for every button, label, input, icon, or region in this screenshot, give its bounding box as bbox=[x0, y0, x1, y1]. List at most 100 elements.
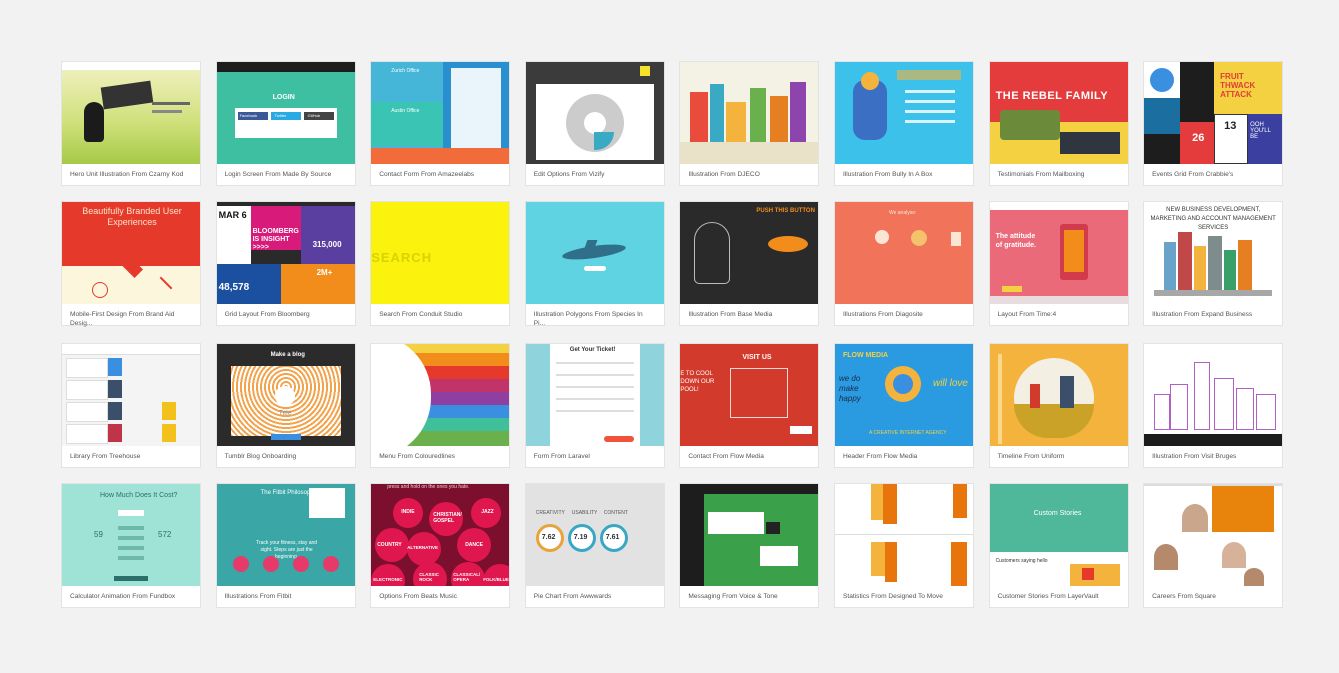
thumbnail-shape bbox=[1150, 68, 1175, 92]
card-thumbnail[interactable]: CREATIVITY USABILITY CONTENT 7.62 7.19 7… bbox=[525, 484, 664, 586]
card-thumbnail[interactable]: SEARCH bbox=[371, 202, 510, 304]
gallery-card-layervault[interactable]: Custom Stories Customers saying hello Cu… bbox=[989, 484, 1128, 607]
card-thumbnail[interactable]: VISIT US E TO COOL DOWN OUR POOL! bbox=[680, 344, 819, 446]
thumbnail-text: 7.62 bbox=[541, 534, 556, 541]
thumbnail-shape bbox=[1236, 388, 1255, 430]
thumbnail-shape bbox=[1238, 240, 1253, 290]
thumbnail-shape bbox=[910, 230, 927, 246]
thumbnail-shape bbox=[1214, 378, 1235, 430]
card-thumbnail[interactable] bbox=[1144, 344, 1283, 446]
thumbnail-text: COUNTRY bbox=[377, 542, 402, 548]
gallery-card-bully[interactable]: Illustration From Bully In A Box bbox=[834, 62, 973, 185]
thumbnail-shape bbox=[870, 542, 885, 576]
card-thumbnail[interactable]: We analyse: bbox=[834, 202, 973, 304]
gallery-card-stats[interactable]: Statistics From Designed To Move bbox=[834, 484, 973, 607]
thumbnail-shape bbox=[1144, 484, 1283, 486]
thumbnail-shape bbox=[118, 520, 144, 564]
card-thumbnail[interactable]: PUSH THIS BUTTON bbox=[680, 202, 819, 304]
card-thumbnail[interactable] bbox=[62, 62, 200, 164]
card-caption: Mobile-First Design From Brand Aid Desig… bbox=[70, 311, 175, 327]
gallery-card-laravel[interactable]: Get Your Ticket! Form From Laravel bbox=[525, 344, 664, 467]
gallery-card-czarny[interactable]: Hero Unit Illustration From Czarny Kod bbox=[62, 62, 200, 185]
thumbnail-text: CHRISTIAN/ GOSPEL bbox=[433, 512, 462, 524]
card-caption: Edit Options From Vizify bbox=[533, 171, 605, 178]
thumbnail-text: A CREATIVE INTERNET AGENCY bbox=[868, 430, 947, 436]
card-thumbnail[interactable] bbox=[834, 484, 973, 586]
gallery-card-beats[interactable]: press and hold on the ones you hate. IND… bbox=[371, 484, 510, 607]
card-caption: Illustrations From Diagosite bbox=[842, 311, 923, 318]
gallery-card-basemedia[interactable]: PUSH THIS BUTTON Illustration From Base … bbox=[680, 202, 819, 325]
gallery-card-flowheader[interactable]: FLOW MEDIA we do make happy will love A … bbox=[834, 344, 973, 467]
gallery-card-search[interactable]: SEARCH Search From Conduit Studio bbox=[371, 202, 510, 325]
card-thumbnail[interactable] bbox=[525, 62, 664, 164]
gallery-card-timeline[interactable]: Timeline From Uniform bbox=[989, 344, 1128, 467]
gallery-card-careers[interactable]: Careers From Square bbox=[1144, 484, 1283, 607]
gallery-card-time4[interactable]: The attitude of gratitude. Layout From T… bbox=[989, 202, 1128, 325]
thumbnail-shape bbox=[549, 344, 640, 446]
thumbnail-text: Title bbox=[278, 410, 292, 417]
card-caption: Timeline From Uniform bbox=[997, 453, 1065, 460]
card-caption: Illustration From Base Media bbox=[688, 311, 773, 318]
gallery-card-calc[interactable]: How Much Does It Cost? 59 572 Calculator… bbox=[62, 484, 200, 607]
gallery-card-messaging[interactable]: Messaging From Voice & Tone bbox=[680, 484, 819, 607]
card-thumbnail[interactable]: Custom Stories Customers saying hello bbox=[989, 484, 1128, 586]
gallery-card-edit[interactable]: Edit Options From Vizify bbox=[525, 62, 664, 185]
card-thumbnail[interactable]: LOGIN Facebook Twitter GitHub bbox=[216, 62, 355, 164]
gallery-card-brandaid[interactable]: Beautifully Branded User Experiences Mob… bbox=[62, 202, 200, 327]
thumbnail-shape bbox=[66, 358, 108, 378]
gallery-card-tumblr[interactable]: Make a blog Title Tumblr Blog Onboarding bbox=[216, 344, 355, 467]
gallery-card-djeco[interactable]: Illustration From DJECO bbox=[680, 62, 819, 185]
thumbnail-text: 315,000 bbox=[312, 240, 342, 249]
thumbnail-text: Beautifully Branded User Experiences bbox=[82, 206, 182, 227]
thumbnail-shape bbox=[118, 510, 144, 516]
card-thumbnail[interactable]: THE REBEL FAMILY bbox=[989, 62, 1128, 164]
card-thumbnail[interactable]: Make a blog Title bbox=[216, 344, 355, 446]
gallery-card-fitbit[interactable]: The Fitbit Philosophy Track your fitness… bbox=[216, 484, 355, 607]
thumbnail-shape bbox=[750, 88, 767, 142]
thumbnail-text: ELECTRONIC bbox=[373, 577, 403, 582]
thumbnail-shape bbox=[1182, 504, 1209, 532]
card-thumbnail[interactable]: FRUIT THWACK ATTACK 13 OOH YOU'LL BE 26 bbox=[1144, 62, 1283, 164]
card-caption: Illustration From Expand Business bbox=[1152, 311, 1253, 318]
gallery-card-diagosite[interactable]: We analyse: Illustrations From Diagosite bbox=[834, 202, 973, 325]
gallery-card-flowcontact[interactable]: VISIT US E TO COOL DOWN OUR POOL! Contac… bbox=[680, 344, 819, 467]
gallery-card-menu[interactable]: Menu From Colouredlines bbox=[371, 344, 510, 467]
card-thumbnail[interactable] bbox=[834, 62, 973, 164]
card-thumbnail[interactable]: Get Your Ticket! bbox=[525, 344, 664, 446]
card-thumbnail[interactable] bbox=[680, 484, 819, 586]
card-thumbnail[interactable]: Zurich Office Austin Office bbox=[371, 62, 510, 164]
gallery-card-bloomberg[interactable]: MAR 6 BLOOMBERG IS INSIGHT >>>> 315,000 … bbox=[216, 202, 355, 325]
card-thumbnail[interactable] bbox=[371, 344, 510, 446]
card-thumbnail[interactable] bbox=[1144, 484, 1283, 586]
gallery-card-rebel[interactable]: THE REBEL FAMILY Testimonials From Mailb… bbox=[989, 62, 1128, 185]
gallery-card-expand[interactable]: NEW BUSINESS DEVELOPMENT, MARKETING AND … bbox=[1144, 202, 1283, 325]
gallery-card-bruges[interactable]: Illustration From Visit Bruges bbox=[1144, 344, 1283, 467]
card-thumbnail[interactable] bbox=[989, 344, 1128, 446]
thumbnail-shape bbox=[904, 100, 955, 103]
card-thumbnail[interactable]: MAR 6 BLOOMBERG IS INSIGHT >>>> 315,000 … bbox=[216, 202, 355, 304]
card-thumbnail[interactable]: Beautifully Branded User Experiences bbox=[62, 202, 200, 304]
card-thumbnail[interactable]: The Fitbit Philosophy Track your fitness… bbox=[216, 484, 355, 586]
card-caption: Calculator Animation From Fundbox bbox=[70, 593, 176, 600]
gallery-card-library[interactable]: Library From Treehouse bbox=[62, 344, 200, 467]
card-thumbnail[interactable]: NEW BUSINESS DEVELOPMENT, MARKETING AND … bbox=[1144, 202, 1283, 304]
thumbnail-shape bbox=[708, 512, 765, 534]
card-caption: Search From Conduit Studio bbox=[379, 311, 463, 318]
gallery-card-pie[interactable]: CREATIVITY USABILITY CONTENT 7.62 7.19 7… bbox=[525, 484, 664, 607]
thumbnail-shape bbox=[152, 110, 182, 113]
gallery-card-dolphin[interactable]: Illustration Polygons From Species In Pi… bbox=[525, 202, 664, 327]
thumbnail-text: CREATIVITY bbox=[535, 510, 565, 516]
thumbnail-shape bbox=[790, 82, 807, 142]
card-thumbnail[interactable]: The attitude of gratitude. bbox=[989, 202, 1128, 304]
card-thumbnail[interactable]: How Much Does It Cost? 59 572 bbox=[62, 484, 200, 586]
thumbnail-shape bbox=[62, 62, 200, 164]
gallery-card-contact[interactable]: Zurich Office Austin Office Contact Form… bbox=[371, 62, 510, 185]
card-thumbnail[interactable]: press and hold on the ones you hate. IND… bbox=[371, 484, 510, 586]
gallery-card-login[interactable]: LOGIN Facebook Twitter GitHub Login Scre… bbox=[216, 62, 355, 185]
card-thumbnail[interactable]: FLOW MEDIA we do make happy will love A … bbox=[834, 344, 973, 446]
card-thumbnail[interactable] bbox=[62, 344, 200, 446]
thumbnail-shape bbox=[555, 410, 634, 412]
card-thumbnail[interactable] bbox=[525, 202, 664, 304]
card-thumbnail[interactable] bbox=[680, 62, 819, 164]
gallery-card-events[interactable]: FRUIT THWACK ATTACK 13 OOH YOU'LL BE 26 … bbox=[1144, 62, 1283, 185]
